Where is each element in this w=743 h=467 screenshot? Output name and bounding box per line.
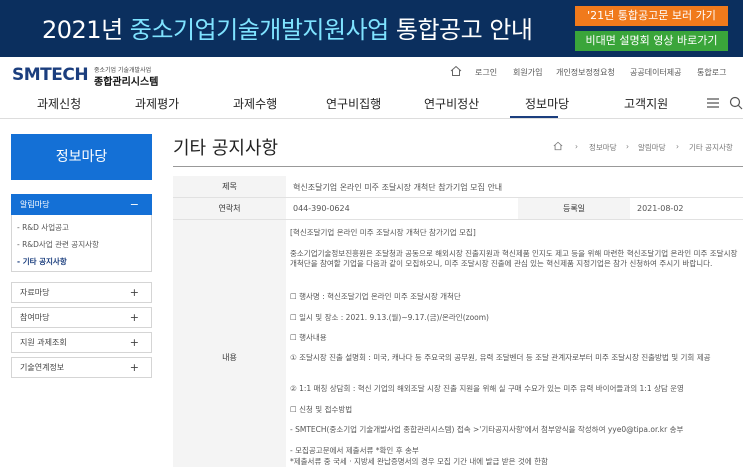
reg-date-label: 등록일 [518, 198, 630, 219]
table-row-contact: 연락처 044-390-0624 등록일 2021-08-02 [173, 198, 743, 220]
banner-title-prefix: 2021년 [42, 16, 130, 44]
sidebar-section-label: 참여마당 [20, 313, 50, 322]
sidebar-section-label: 지원 과제조회 [20, 338, 67, 347]
content-label: 내용 [173, 220, 286, 467]
body-paragraph: ☐ 행사명 : 혁신조달기업 온라인 미주 조달시장 개척단 [290, 292, 461, 301]
nav-evaluation[interactable]: 과제평가 [135, 95, 179, 112]
sidebar-item-other-notice[interactable]: - 기타 공지사항 [17, 256, 67, 267]
sidebar-section-participation[interactable]: 참여마당 + [11, 307, 152, 328]
page-title: 기타 공지사항 [173, 138, 279, 159]
reg-date-value: 2021-08-02 [637, 204, 684, 213]
breadcrumb-info[interactable]: 정보마당 [589, 142, 617, 153]
expand-icon[interactable]: + [130, 358, 139, 377]
top-banner: 2021년 중소기업기술개발지원사업 통합공고 안내 '21년 통합공고문 보러… [0, 0, 743, 57]
sidebar-section-tech-link[interactable]: 기술연계정보 + [11, 357, 152, 378]
search-icon[interactable] [729, 96, 743, 110]
menu-icon[interactable] [707, 98, 719, 108]
logo-text: SMTECH [12, 65, 89, 85]
integrated-login-link[interactable]: 통합로그 [697, 67, 726, 78]
login-link[interactable]: 로그인 [475, 67, 497, 78]
breadcrumb-current: 기타 공지사항 [689, 143, 733, 152]
body-paragraph: *제출서류 중 국세 · 지방세 완납증명서의 경우 모집 기간 내에 발급 받… [290, 457, 548, 466]
expand-icon[interactable]: + [130, 333, 139, 352]
nav-execution[interactable]: 과제수행 [233, 95, 277, 112]
nav-support[interactable]: 고객지원 [624, 95, 668, 112]
sidebar-section-notice[interactable]: 알림마당 − [11, 194, 152, 215]
expand-icon[interactable]: + [130, 308, 139, 327]
body-paragraph: ② 1:1 매칭 상담회 : 혁신 기업의 해외조달 시장 진출 지원을 위해 … [290, 384, 684, 393]
breadcrumb-home-icon[interactable] [553, 141, 563, 151]
sidebar-title: 정보마당 [11, 134, 152, 180]
notice-link-button[interactable]: '21년 통합공고문 보러 가기 [575, 6, 728, 26]
logo-subtitle: 종합관리시스템 [94, 77, 159, 88]
sidebar-section-label: 알림마당 [20, 200, 50, 209]
sidebar-item-rnd-notice[interactable]: - R&D사업 관련 공지사항 [17, 239, 99, 250]
title-divider [173, 166, 743, 167]
subject-value: 혁신조달기업 온라인 미주 조달시장 개척단 참가기업 모집 안내 [293, 183, 503, 192]
breadcrumb-separator: › [626, 142, 629, 151]
home-icon[interactable] [450, 65, 462, 77]
body-paragraph: - 모집공고문에서 제출서류 *확인 후 송부 [290, 446, 419, 455]
table-row-subject: 제목 혁신조달기업 온라인 미주 조달시장 개척단 참가기업 모집 안내 [173, 176, 743, 198]
body-paragraph: ☐ 행사내용 [290, 333, 327, 342]
sidebar-item-rnd-announce[interactable]: - R&D 사업공고 [17, 222, 69, 233]
privacy-request-link[interactable]: 개인정보정정요청 [556, 67, 615, 78]
subject-label: 제목 [173, 176, 286, 197]
banner-title-accent: 중소기업기술개발지원사업 [129, 16, 389, 44]
body-paragraph: - SMTECH(중소기업 기술개발사업 종합관리시스템) 접속 >'기타공지사… [290, 425, 684, 434]
body-paragraph: ☐ 일시 및 장소 : 2021. 9.13.(월)~9.17.(금)/온라인(… [290, 313, 489, 322]
sidebar-section-project-search[interactable]: 지원 과제조회 + [11, 332, 152, 353]
sidebar-section-resources[interactable]: 자료마당 + [11, 282, 152, 303]
nav-divider [0, 118, 743, 119]
public-data-link[interactable]: 공공데이터제공 [630, 67, 682, 78]
nav-settlement[interactable]: 연구비정산 [424, 95, 479, 112]
breadcrumb-notice[interactable]: 알림마당 [638, 142, 666, 153]
contact-label: 연락처 [173, 198, 286, 219]
body-paragraph: [혁신조달기업 온라인 미주 조달시장 개척단 참가기업 모집] [290, 228, 476, 237]
nav-budget[interactable]: 연구비집행 [326, 95, 381, 112]
sidebar-section-label: 자료마당 [20, 288, 50, 297]
body-paragraph: ① 조달시장 진출 설명회 : 미국, 캐나다 등 주요국의 공무원, 유력 조… [290, 353, 711, 362]
video-link-button[interactable]: 비대면 설명회 영상 바로가기 [575, 31, 728, 51]
breadcrumb-separator: › [575, 142, 578, 151]
expand-icon[interactable]: + [130, 283, 139, 302]
breadcrumb-separator: › [676, 142, 679, 151]
site-logo[interactable]: SMTECH 중소기업 기술개발사업 종합관리시스템 [12, 65, 158, 88]
sidebar-section-label: 기술연계정보 [20, 363, 65, 372]
nav-apply[interactable]: 과제신청 [37, 95, 81, 112]
contact-value: 044-390-0624 [293, 204, 350, 213]
banner-title: 2021년 중소기업기술개발지원사업 통합공고 안내 [42, 10, 533, 45]
signup-link[interactable]: 회원가입 [513, 67, 542, 78]
collapse-icon[interactable]: − [130, 195, 139, 214]
nav-info[interactable]: 정보마당 [525, 95, 569, 112]
body-paragraph: 중소기업기술정보진흥원은 조달청과 공동으로 해외시장 진출지원과 혁신제품 인… [290, 249, 738, 268]
body-paragraph: ☐ 신청 및 접수방법 [290, 405, 353, 414]
banner-title-suffix: 통합공고 안내 [388, 16, 533, 44]
